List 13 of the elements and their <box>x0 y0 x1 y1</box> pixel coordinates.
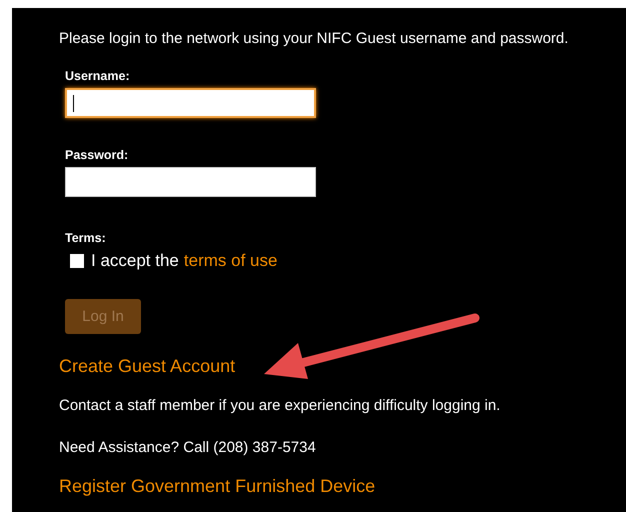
input-field[interactable] <box>65 88 316 118</box>
input-field[interactable] <box>65 167 316 197</box>
intro-text: Please login to the network using your NIFC Guest username and password. <box>59 30 568 47</box>
checkbox[interactable] <box>70 254 84 268</box>
field-label: Password: <box>65 148 130 162</box>
create-account-link[interactable]: Create Guest Account <box>59 356 236 377</box>
assistance-text: Need Assistance? Call (208) 387-5734 <box>59 439 316 456</box>
terms-text: I accept the <box>91 251 179 271</box>
field-label: Username: <box>65 69 131 83</box>
register-device-link[interactable]: Register Government Furnished Device <box>59 476 376 497</box>
field-label: Terms: <box>65 231 106 245</box>
terms-link[interactable]: terms of use <box>184 251 278 271</box>
contact-text: Contact a staff member if you are experiencing difficulty logging in. <box>59 397 500 414</box>
